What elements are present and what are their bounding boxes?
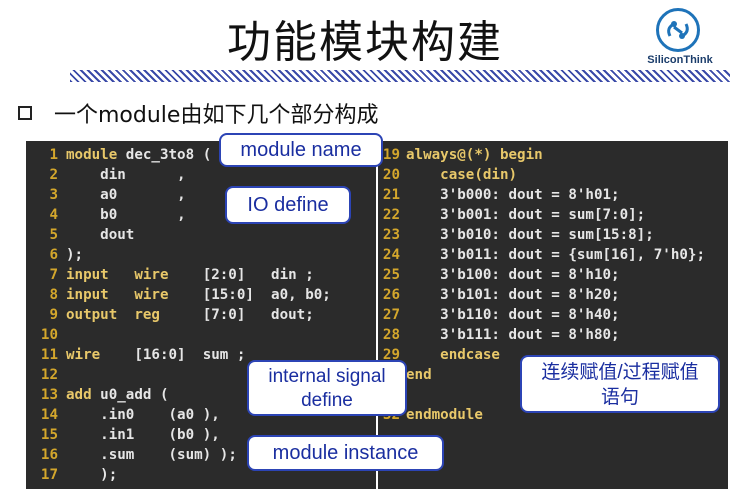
- line-number: 10: [40, 327, 58, 343]
- code-text: input wire [15:0] a0, b0;: [66, 287, 331, 303]
- line-number: 25: [382, 267, 400, 283]
- code-text: 3'b110: dout = 8'h40;: [440, 307, 620, 323]
- code-line: 7 input wire [2:0] din ;: [26, 265, 314, 285]
- siliconthink-logo: SiliconThink: [640, 8, 720, 72]
- bullet-text: 一个module由如下几个部分构成: [54, 103, 379, 128]
- line-number: 24: [382, 247, 400, 263]
- code-text: );: [66, 247, 84, 263]
- code-text: 3'b111: dout = 8'h80;: [440, 327, 620, 343]
- line-number: 4: [49, 207, 58, 223]
- code-line: 19 always@(*) begin: [378, 145, 543, 165]
- code-line: 1 module dec_3to8 (: [26, 145, 211, 165]
- line-number: 13: [40, 387, 58, 403]
- code-line: 10: [26, 325, 66, 345]
- code-text: endmodule: [406, 407, 483, 423]
- code-text: add u0_add (: [66, 387, 169, 403]
- code-text: .in0 (a0 ),: [100, 407, 220, 423]
- code-line: 12: [26, 365, 66, 385]
- code-text: 3'b001: dout = sum[7:0];: [440, 207, 646, 223]
- code-text: wire [16:0] sum ;: [66, 347, 246, 363]
- code-line: 16 .sum (sum) );: [26, 445, 237, 465]
- code-text: .in1 (b0 ),: [100, 427, 220, 443]
- code-text: case(din): [440, 167, 518, 183]
- code-line: 2 din ,: [26, 165, 186, 185]
- code-text: end: [406, 367, 432, 383]
- callout-internal-signal: internal signal define: [247, 360, 407, 416]
- code-line: 8 input wire [15:0] a0, b0;: [26, 285, 331, 305]
- code-text: a0 ,: [100, 187, 186, 203]
- callout-module-name: module name: [219, 133, 383, 167]
- bullet-box-icon: [18, 106, 32, 120]
- line-number: 11: [40, 347, 58, 363]
- code-text: dout: [100, 227, 135, 243]
- code-text: b0 ,: [100, 207, 186, 223]
- callout-assign-statements: 连续赋值/过程赋值语句: [520, 355, 720, 413]
- line-number: 14: [40, 407, 58, 423]
- code-line: 4 b0 ,: [26, 205, 186, 225]
- code-text: 3'b100: dout = 8'h10;: [440, 267, 620, 283]
- code-line: 14 .in0 (a0 ),: [26, 405, 220, 425]
- slide-title: 功能模块构建: [227, 17, 503, 68]
- title-divider: [70, 70, 730, 82]
- code-text: endcase: [440, 347, 500, 363]
- code-line: 11 wire [16:0] sum ;: [26, 345, 246, 365]
- line-number: 9: [49, 307, 58, 323]
- code-line: 21 3'b000: dout = 8'h01;: [378, 185, 620, 205]
- line-number: 23: [382, 227, 400, 243]
- line-number: 3: [49, 187, 58, 203]
- code-line: 15 .in1 (b0 ),: [26, 425, 220, 445]
- line-number: 20: [382, 167, 400, 183]
- code-text: 3'b101: dout = 8'h20;: [440, 287, 620, 303]
- line-number: 12: [40, 367, 58, 383]
- line-number: 2: [49, 167, 58, 183]
- callout-module-instance: module instance: [247, 435, 444, 471]
- code-text: output reg [7:0] dout;: [66, 307, 314, 323]
- line-number: 15: [40, 427, 58, 443]
- code-text: input wire [2:0] din ;: [66, 267, 314, 283]
- line-number: 5: [49, 227, 58, 243]
- code-line: 25 3'b100: dout = 8'h10;: [378, 265, 620, 285]
- code-line: 23 3'b010: dout = sum[15:8];: [378, 225, 654, 245]
- line-number: 1: [49, 147, 58, 163]
- line-number: 16: [40, 447, 58, 463]
- code-text: );: [100, 467, 118, 483]
- code-text: 3'b000: dout = 8'h01;: [440, 187, 620, 203]
- callout-io-define: IO define: [225, 186, 351, 224]
- code-line: 6);: [26, 245, 83, 265]
- line-number: 7: [49, 267, 58, 283]
- line-number: 21: [382, 187, 400, 203]
- code-line: 28 3'b111: dout = 8'h80;: [378, 325, 620, 345]
- code-text: din ,: [100, 167, 186, 183]
- line-number: 6: [49, 247, 58, 263]
- code-text: 3'b010: dout = sum[15:8];: [440, 227, 654, 243]
- line-number: 8: [49, 287, 58, 303]
- code-line: 9 output reg [7:0] dout;: [26, 305, 314, 325]
- code-line: 5 dout: [26, 225, 134, 245]
- line-number: 28: [382, 327, 400, 343]
- code-text: always@(*) begin: [406, 147, 543, 163]
- code-text: .sum (sum) );: [100, 447, 237, 463]
- code-line: 3 a0 ,: [26, 185, 186, 205]
- code-line: 24 3'b011: dout = {sum[16], 7'h0};: [378, 245, 705, 265]
- code-line: 22 3'b001: dout = sum[7:0];: [378, 205, 645, 225]
- logo-text: SiliconThink: [647, 54, 713, 66]
- line-number: 27: [382, 307, 400, 323]
- code-line: 13 add u0_add (: [26, 385, 169, 405]
- logo-circle-icon: [656, 8, 700, 52]
- code-line: 27 3'b110: dout = 8'h40;: [378, 305, 620, 325]
- code-line: 20 case(din): [378, 165, 517, 185]
- bullet-item: 一个module由如下几个部分构成: [18, 99, 379, 128]
- code-line: 26 3'b101: dout = 8'h20;: [378, 285, 620, 305]
- code-text: module dec_3to8 (: [66, 147, 212, 163]
- line-number: 22: [382, 207, 400, 223]
- line-number: 26: [382, 287, 400, 303]
- code-line: 17 );: [26, 465, 117, 485]
- code-text: 3'b011: dout = {sum[16], 7'h0};: [440, 247, 705, 263]
- line-number: 17: [40, 467, 58, 483]
